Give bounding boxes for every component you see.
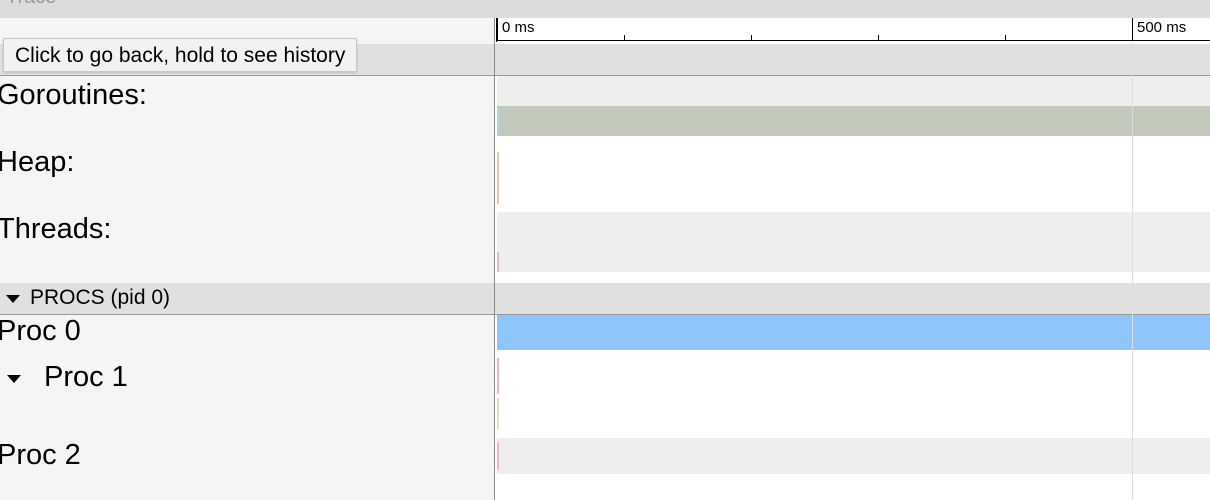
procs-section-title[interactable]: PROCS (pid 0) xyxy=(30,285,170,311)
track-label-threads: Threads: xyxy=(0,213,112,245)
threads-mark[interactable] xyxy=(497,252,499,272)
collapse-triangle-icon[interactable] xyxy=(6,295,20,303)
goroutines-track-band xyxy=(497,76,1210,106)
track-label-heap: Heap: xyxy=(0,146,75,178)
window-title: Trace xyxy=(6,0,56,9)
track-label-proc-2: Proc 2 xyxy=(0,439,81,471)
ruler-tick-label-1: 500 ms xyxy=(1137,19,1187,36)
heap-mark[interactable] xyxy=(497,152,499,204)
proc-2-track-band xyxy=(497,438,1210,474)
ruler-tick-label-0: 0 ms xyxy=(502,19,535,36)
track-label-proc-1: Proc 1 xyxy=(44,361,128,393)
collapse-triangle-icon[interactable] xyxy=(7,375,21,383)
goroutines-counter-bar[interactable] xyxy=(497,106,1210,136)
label-divider[interactable] xyxy=(494,18,495,500)
proc-1-track-band xyxy=(497,350,1210,438)
back-button-tooltip: Click to go back, hold to see history xyxy=(3,38,358,72)
ruler-major-tick xyxy=(497,18,498,41)
track-label-goroutines: Goroutines: xyxy=(0,79,147,111)
threads-track-band xyxy=(497,212,1210,272)
time-gridline xyxy=(1132,42,1133,500)
ruler-minor-tick xyxy=(624,35,625,41)
ruler-minor-tick xyxy=(878,35,879,41)
window-titlebar: Trace xyxy=(0,0,1210,18)
track-label-proc-0: Proc 0 xyxy=(0,315,81,347)
proc-0-slice[interactable] xyxy=(497,315,1210,350)
goroutines-start-mark xyxy=(497,108,499,134)
procs-header-band[interactable] xyxy=(0,283,1210,315)
ruler-major-tick xyxy=(1132,18,1133,41)
ruler-left-edge xyxy=(496,18,497,42)
time-ruler[interactable]: 0 ms 500 ms xyxy=(497,18,1210,42)
heap-track-band xyxy=(497,136,1210,212)
proc-1-mark[interactable] xyxy=(497,398,499,430)
ruler-minor-tick xyxy=(1005,35,1006,41)
proc-1-mark[interactable] xyxy=(497,358,499,394)
proc-2-mark[interactable] xyxy=(497,442,499,470)
ruler-baseline xyxy=(497,40,1210,41)
ruler-minor-tick xyxy=(751,35,752,41)
